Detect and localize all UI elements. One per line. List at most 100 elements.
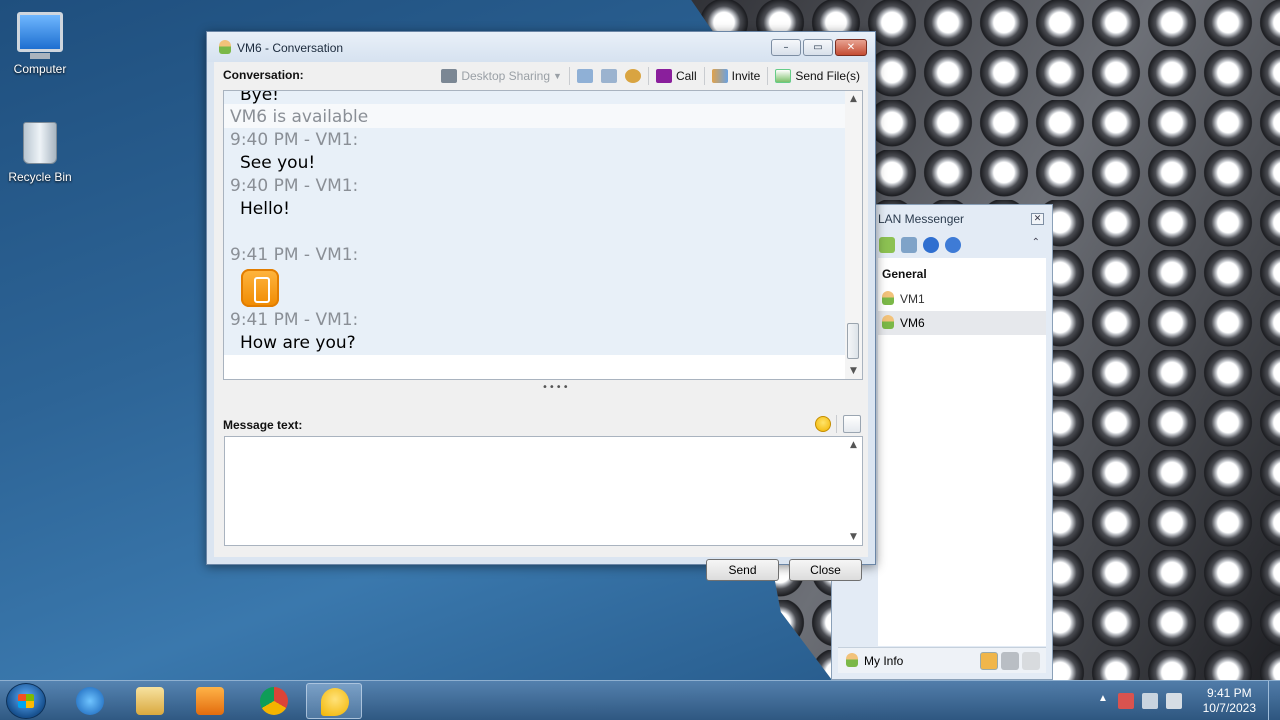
call-button[interactable]: Call (652, 66, 701, 86)
send-button[interactable]: Send (706, 559, 779, 581)
toolbar-separator (767, 67, 769, 85)
system-tray: ▲ 9:41 PM 10/7/2023 (1090, 681, 1280, 720)
clock-time: 9:41 PM (1206, 686, 1252, 700)
chrome-icon (260, 687, 288, 715)
my-info-button[interactable]: My Info (846, 653, 903, 668)
taskbar-internet-explorer[interactable] (62, 683, 118, 719)
group-chat-icon (624, 69, 641, 83)
internet-explorer-icon (76, 687, 104, 715)
clock[interactable]: 9:41 PM 10/7/2023 (1203, 686, 1256, 716)
clock-date: 10/7/2023 (1202, 701, 1256, 715)
message-input[interactable] (225, 437, 845, 545)
history-button[interactable] (573, 66, 597, 86)
history-icon (576, 69, 593, 83)
user-icon (846, 653, 858, 667)
history-icon[interactable] (901, 237, 917, 253)
scroll-up-icon[interactable]: ▲ (845, 94, 862, 104)
scroll-up-icon[interactable]: ▲ (845, 440, 862, 450)
invite-users-icon (711, 69, 728, 83)
recycle-bin-icon (23, 122, 57, 164)
taskbar-media-player[interactable] (182, 683, 238, 719)
contact-name: VM1 (900, 292, 925, 306)
toolbar-separator (836, 415, 837, 433)
conversation-toolbar: Conversation: Desktop Sharing ▼ Call Inv… (214, 62, 868, 90)
desktop-sharing-icon (441, 69, 458, 83)
lan-toolbar: ⌃ (876, 233, 1052, 257)
chevron-down-icon[interactable]: ▼ (553, 71, 562, 81)
add-contact-icon[interactable] (879, 237, 895, 253)
contact-group-general[interactable]: General (878, 258, 1046, 287)
scroll-down-icon[interactable]: ▼ (845, 366, 862, 376)
invite-label: Invite (731, 69, 761, 83)
restore-button[interactable]: ▭ (803, 39, 833, 56)
chat-history[interactable]: Bye! VM6 is available 9:40 PM - VM1: See… (223, 90, 863, 380)
smiley-icon[interactable] (815, 416, 831, 432)
scroll-down-icon[interactable]: ▼ (845, 532, 862, 542)
message-text-header: Message text: (223, 412, 863, 436)
send-files-button[interactable]: Send File(s) (771, 66, 864, 86)
chat-message-text: Bye! (240, 90, 279, 105)
conversation-window: VM6 - Conversation – ▭ ✕ Conversation: D… (206, 31, 876, 581)
help-icon[interactable] (923, 237, 939, 253)
message-scrollbar[interactable]: ▲ ▼ (845, 437, 862, 545)
conversation-titlebar: VM6 - Conversation – ▭ ✕ (207, 32, 875, 62)
status-offline-icon[interactable] (1022, 652, 1040, 670)
my-info-label: My Info (864, 654, 904, 668)
transfers-button[interactable] (597, 66, 621, 86)
message-input-box: ▲ ▼ (224, 436, 863, 546)
call-label: Call (675, 69, 697, 83)
network-icon[interactable] (1142, 693, 1158, 709)
taskbar-chrome[interactable] (246, 683, 302, 719)
message-header: 9:41 PM - VM1: (230, 245, 359, 265)
lan-close-button[interactable]: ✕ (1031, 213, 1044, 225)
message-text-label: Message text: (223, 418, 303, 432)
desktop-sharing-label: Desktop Sharing (461, 69, 551, 83)
volume-muted-icon[interactable] (1166, 693, 1182, 709)
info-icon[interactable] (945, 237, 961, 253)
pane-splitter[interactable]: •••• (542, 382, 570, 393)
taskbar: ▲ 9:41 PM 10/7/2023 (0, 680, 1280, 720)
toolbar-separator (568, 67, 570, 85)
font-format-icon[interactable] (843, 415, 861, 433)
chat-message-text: See you! (240, 153, 316, 173)
broadcast-button[interactable] (621, 66, 645, 86)
desktop-icon-computer[interactable]: Computer (0, 12, 80, 76)
show-hidden-icons-icon[interactable]: ▲ (1098, 693, 1108, 704)
status-busy-icon[interactable] (1001, 652, 1019, 670)
desktop-icon-label: Computer (13, 62, 67, 76)
status-available-icon[interactable] (980, 652, 998, 670)
desktop-sharing-button[interactable]: Desktop Sharing ▼ (437, 66, 566, 86)
conversation-label: Conversation: (223, 68, 304, 82)
scrollbar-thumb[interactable] (847, 323, 859, 359)
action-center-icon[interactable] (1118, 693, 1134, 709)
message-header: 9:40 PM - VM1: (230, 176, 359, 196)
user-icon (882, 315, 894, 329)
contact-vm6[interactable]: VM6 (878, 311, 1046, 335)
invite-button[interactable]: Invite (708, 66, 765, 86)
taskbar-lan-messenger[interactable] (306, 683, 362, 719)
contact-vm1[interactable]: VM1 (878, 287, 1046, 311)
send-file-icon (775, 69, 792, 83)
show-desktop-button[interactable] (1268, 681, 1280, 720)
conversation-body: Conversation: Desktop Sharing ▼ Call Inv… (214, 62, 868, 581)
file-transfers-icon (600, 69, 617, 83)
status-selector (977, 652, 1040, 673)
close-window-button[interactable]: ✕ (835, 39, 867, 56)
taskbar-explorer[interactable] (122, 683, 178, 719)
media-player-icon (196, 687, 224, 715)
collapse-chevron-icon[interactable]: ⌃ (1032, 237, 1040, 248)
send-files-label: Send File(s) (795, 69, 860, 83)
desktop-icon-recycle-bin[interactable]: Recycle Bin (0, 122, 80, 184)
user-icon (219, 40, 231, 54)
buzz-vibrate-icon (241, 269, 279, 307)
desktop-icon-label: Recycle Bin (8, 170, 72, 184)
chat-scrollbar[interactable]: ▲ ▼ (845, 91, 862, 379)
toolbar-separator (703, 67, 705, 85)
minimize-button[interactable]: – (771, 39, 801, 56)
chat-message-text: Hello! (240, 199, 290, 219)
toolbar-separator (647, 67, 649, 85)
close-button[interactable]: Close (789, 559, 862, 581)
message-header: 9:40 PM - VM1: (230, 130, 359, 150)
start-button[interactable] (6, 683, 46, 719)
window-title: VM6 - Conversation (237, 41, 344, 55)
